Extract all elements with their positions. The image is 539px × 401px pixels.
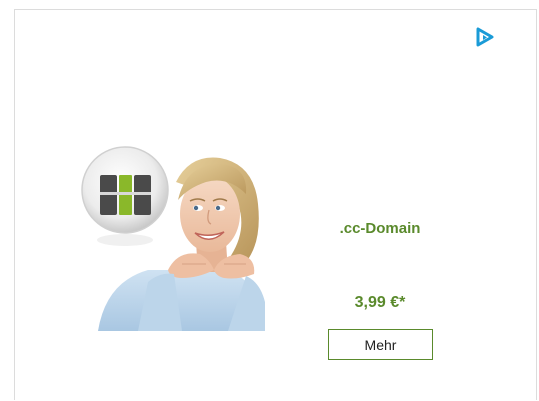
product-image[interactable] — [78, 142, 265, 331]
product-price: 3,99 €* — [354, 294, 406, 311]
product-title[interactable]: .cc-Domain — [300, 220, 460, 237]
adchoices-icon[interactable] — [474, 26, 496, 48]
brand-logo-icon — [81, 146, 169, 234]
more-button[interactable]: Mehr — [328, 329, 433, 360]
woman-photo — [78, 142, 265, 331]
